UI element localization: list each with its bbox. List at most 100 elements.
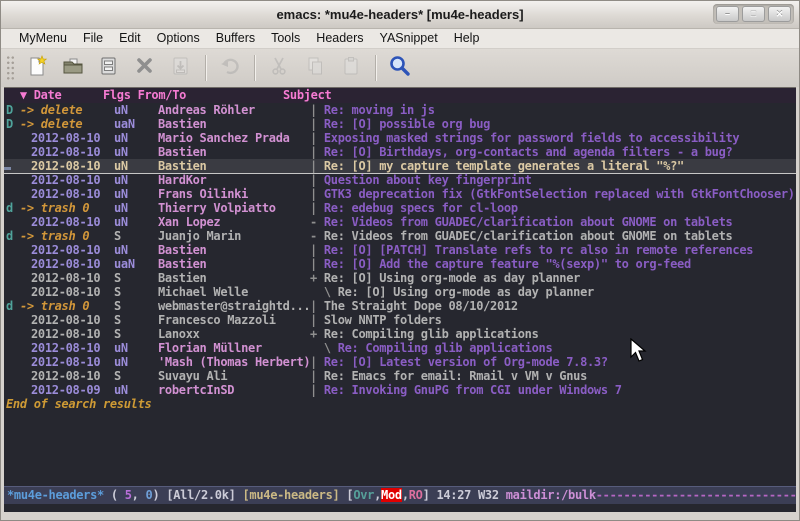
fringe-cursor-indicator xyxy=(4,167,11,170)
mark-cell xyxy=(4,215,18,229)
mark-cell xyxy=(4,173,18,187)
echo-area xyxy=(4,504,796,512)
toolbar-new-file-button[interactable] xyxy=(19,52,55,84)
message-row[interactable]: 2012-08-10uNXan Lopez- Re: Videos from G… xyxy=(4,215,796,229)
subject-text: Re: [O] my capture template generates a … xyxy=(324,159,684,173)
maximize-button[interactable]: □ xyxy=(742,6,765,22)
modeline-segment-plain: ( xyxy=(104,488,125,502)
message-row[interactable]: 2012-08-10uaNBastien| Re: [O] Add the ca… xyxy=(4,257,796,271)
message-row[interactable]: d-> trash 0uNThierry Volpiatto| Re: edeb… xyxy=(4,201,796,215)
modeline-segment-mode: [mu4e-headers] xyxy=(243,488,340,502)
toolbar-save-button[interactable] xyxy=(91,52,127,84)
subject-cell: | Re: Invoking GnuPG from CGI under Wind… xyxy=(310,383,796,397)
message-row[interactable]: 2012-08-10SFrancesco Mazzoli| Slow NNTP … xyxy=(4,313,796,327)
from-cell: Bastien xyxy=(158,271,310,285)
from-cell: Andreas Röhler xyxy=(158,103,310,117)
toolbar-close-button[interactable] xyxy=(127,52,163,84)
thread-prefix: + xyxy=(310,271,324,285)
message-row[interactable]: D-> deleteuaNBastien| Re: [O] possible o… xyxy=(4,117,796,131)
flags-cell: uN xyxy=(114,159,158,173)
thread-prefix: \ xyxy=(310,285,338,299)
menu-item-help[interactable]: Help xyxy=(446,29,488,48)
from-cell: Thierry Volpiatto xyxy=(158,201,310,215)
subject-cell: | GTK3 deprecation fix (GtkFontSelection… xyxy=(310,187,796,201)
message-row[interactable]: D-> deleteuNAndreas Röhler| Re: moving i… xyxy=(4,103,796,117)
subject-cell: | The Straight Dope 08/10/2012 xyxy=(310,299,796,313)
flags-cell: S xyxy=(114,229,158,243)
frame-bottom-border xyxy=(1,512,799,520)
headers-column-header-line[interactable]: ▼ Date Flgs From/To Subject xyxy=(4,88,796,103)
message-row[interactable]: 2012-08-10uNBastien| Re: [O] Birthdays, … xyxy=(4,145,796,159)
menu-item-yasnippet[interactable]: YASnippet xyxy=(372,29,446,48)
from-cell: Juanjo Marin xyxy=(158,229,310,243)
flags-cell: uN xyxy=(114,383,158,397)
subject-text: Re: Videos from GUADEC/clarification abo… xyxy=(324,215,733,229)
subject-cell: + Re: [O] Using org-mode as day planner xyxy=(310,271,796,285)
minimize-button[interactable]: – xyxy=(716,6,739,22)
date-cell: 2012-08-10 xyxy=(18,355,114,369)
from-cell: Francesco Mazzoli xyxy=(158,313,310,327)
message-row[interactable]: 2012-08-10uNHardKor| Question about key … xyxy=(4,173,796,187)
subject-text: Re: [O] [PATCH] Translate refs to rc als… xyxy=(324,243,753,257)
message-row[interactable]: 2012-08-10SSuvayu Ali| Re: Emacs for ema… xyxy=(4,369,796,383)
from-cell: HardKor xyxy=(158,173,310,187)
date-cell: 2012-08-10 xyxy=(18,369,114,383)
message-row[interactable]: d-> trash 0SJuanjo Marin- Re: Videos fro… xyxy=(4,229,796,243)
thread-prefix: | xyxy=(310,159,324,173)
date-cell: 2012-08-09 xyxy=(18,383,114,397)
mu4e-headers-buffer: ▼ Date Flgs From/To Subject D-> deleteuN… xyxy=(4,87,796,512)
menu-item-headers[interactable]: Headers xyxy=(308,29,371,48)
flags-cell: S xyxy=(114,369,158,383)
toolbar-drag-handle[interactable] xyxy=(5,54,14,82)
menu-item-buffers[interactable]: Buffers xyxy=(208,29,263,48)
toolbar-search-button[interactable] xyxy=(382,52,418,84)
message-row[interactable]: 2012-08-10uNBastien| Re: [O] my capture … xyxy=(4,159,796,173)
from-cell: Bastien xyxy=(158,145,310,159)
thread-prefix: - xyxy=(310,215,324,229)
thread-prefix: + xyxy=(310,327,324,341)
close-button[interactable]: ✕ xyxy=(768,6,791,22)
thread-prefix: | xyxy=(310,243,324,257)
menu-item-edit[interactable]: Edit xyxy=(111,29,149,48)
menu-item-file[interactable]: File xyxy=(75,29,111,48)
mark-cell: d xyxy=(4,299,18,313)
mark-cell xyxy=(4,243,18,257)
message-row[interactable]: 2012-08-10uN'Mash (Thomas Herbert)| Re: … xyxy=(4,355,796,369)
modeline-segment-buffer-name[interactable]: *mu4e-headers* xyxy=(7,488,104,502)
menu-item-tools[interactable]: Tools xyxy=(263,29,308,48)
mark-cell xyxy=(4,145,18,159)
subject-text: The Straight Dope 08/10/2012 xyxy=(324,299,518,313)
message-row[interactable]: 2012-08-10uNBastien| Re: [O] [PATCH] Tra… xyxy=(4,243,796,257)
message-row[interactable]: d-> trash 0Swebmaster@straightd...| The … xyxy=(4,299,796,313)
date-cell: 2012-08-10 xyxy=(18,243,114,257)
message-row[interactable]: 2012-08-10uNFlorian Müllner \ Re: Compil… xyxy=(4,341,796,355)
flags-cell: uN xyxy=(114,145,158,159)
message-row[interactable]: 2012-08-10SMichael Welle \ Re: [O] Using… xyxy=(4,285,796,299)
message-row[interactable]: 2012-08-10uNFrans Oilinki| GTK3 deprecat… xyxy=(4,187,796,201)
from-cell: 'Mash (Thomas Herbert) xyxy=(158,355,310,369)
flags-cell: S xyxy=(114,299,158,313)
save-as-icon xyxy=(170,55,192,82)
message-row[interactable]: 2012-08-10SBastien+ Re: [O] Using org-mo… xyxy=(4,271,796,285)
emacs-frame: { "window": { "title": "emacs: *mu4e-hea… xyxy=(0,0,800,521)
message-row[interactable]: 2012-08-09uNrobertcInSD| Re: Invoking Gn… xyxy=(4,383,796,397)
subject-cell: | Re: moving in js xyxy=(310,103,796,117)
message-row[interactable]: 2012-08-10SLanoxx+ Re: Compiling glib ap… xyxy=(4,327,796,341)
menu-item-mymenu[interactable]: MyMenu xyxy=(11,29,75,48)
message-row[interactable]: 2012-08-10uNMario Sanchez Prada| Exposin… xyxy=(4,131,796,145)
menu-item-options[interactable]: Options xyxy=(149,29,208,48)
date-cell: 2012-08-10 xyxy=(18,341,114,355)
subject-cell: | Question about key fingerprint xyxy=(310,173,796,187)
flags-cell: S xyxy=(114,327,158,341)
message-list: D-> deleteuNAndreas Röhler| Re: moving i… xyxy=(4,103,796,397)
subject-text: Re: [O] Latest version of Org-mode 7.8.3… xyxy=(324,355,608,369)
subject-text: Re: [O] Using org-mode as day planner xyxy=(338,285,594,299)
from-cell: Frans Oilinki xyxy=(158,187,310,201)
mark-cell xyxy=(4,187,18,201)
from-cell: robertcInSD xyxy=(158,383,310,397)
mark-cell: D xyxy=(4,103,18,117)
emacs-window: emacs: *mu4e-headers* [mu4e-headers] –□✕… xyxy=(0,0,800,521)
mark-cell xyxy=(4,313,18,327)
toolbar-open-folder-button[interactable] xyxy=(55,52,91,84)
flags-cell: uN xyxy=(114,131,158,145)
